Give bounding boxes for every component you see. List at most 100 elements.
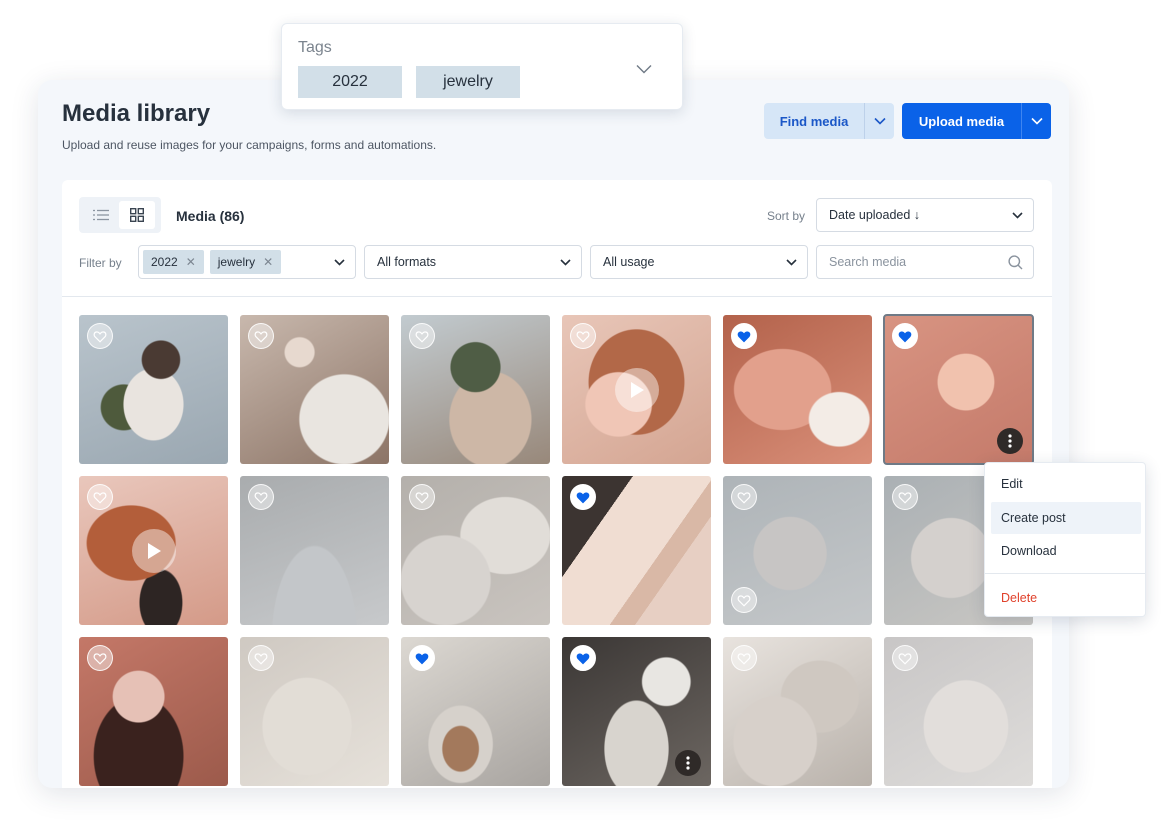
favorite-button[interactable] <box>248 323 274 349</box>
sort-value: Date uploaded ↓ <box>829 208 921 222</box>
media-thumbnail[interactable] <box>240 637 389 786</box>
chevron-down-icon <box>873 117 886 125</box>
media-thumbnail[interactable] <box>884 637 1033 786</box>
heart-outline-icon <box>93 330 107 343</box>
favorite-button[interactable] <box>409 484 435 510</box>
favorite-button[interactable] <box>731 484 757 510</box>
heart-outline-icon <box>576 330 590 343</box>
search-icon <box>1008 254 1023 269</box>
media-thumbnail[interactable] <box>723 476 872 625</box>
favorite-button[interactable] <box>570 645 596 671</box>
format-filter-select[interactable]: All formats <box>364 245 582 279</box>
favorite-button[interactable] <box>570 484 596 510</box>
heart-outline-icon <box>898 652 912 665</box>
tag-chip[interactable]: jewelry <box>416 66 520 98</box>
more-vertical-icon <box>686 756 690 770</box>
media-thumbnail[interactable] <box>401 476 550 625</box>
play-icon <box>147 542 161 559</box>
favorite-button[interactable] <box>248 484 274 510</box>
media-library-panel: Media library Upload and reuse images fo… <box>38 80 1069 788</box>
menu-item-create-post[interactable]: Create post <box>991 502 1141 534</box>
media-thumbnail[interactable] <box>401 315 550 464</box>
heart-filled-icon <box>415 652 429 664</box>
heart-filled-icon <box>576 652 590 664</box>
more-options-button[interactable] <box>997 428 1023 454</box>
favorite-button[interactable] <box>892 645 918 671</box>
chevron-down-icon <box>1030 117 1043 125</box>
upload-media-button[interactable]: Upload media <box>902 103 1021 139</box>
find-media-dropdown-button[interactable] <box>864 103 894 139</box>
favorite-button[interactable] <box>892 323 918 349</box>
tag-filter-select[interactable]: 2022 ✕ jewelry ✕ <box>138 245 356 279</box>
heart-outline-icon <box>737 594 751 607</box>
media-thumbnail[interactable] <box>723 315 872 464</box>
tags-popup: Tags 2022 jewelry <box>281 23 683 110</box>
menu-divider <box>985 573 1145 574</box>
filter-tag-chip[interactable]: 2022 ✕ <box>143 250 204 274</box>
media-thumbnail[interactable] <box>723 637 872 786</box>
media-thumbnail[interactable] <box>562 476 711 625</box>
more-vertical-icon <box>1008 434 1012 448</box>
media-thumbnail[interactable] <box>883 314 1034 465</box>
find-media-button[interactable]: Find media <box>764 103 864 139</box>
chevron-down-icon[interactable] <box>636 64 652 74</box>
favorite-button[interactable] <box>248 645 274 671</box>
remove-tag-icon[interactable]: ✕ <box>263 255 273 269</box>
menu-item-download[interactable]: Download <box>985 535 1145 567</box>
heart-filled-icon <box>737 330 751 342</box>
media-thumbnail[interactable] <box>79 315 228 464</box>
media-thumbnail[interactable] <box>240 476 389 625</box>
favorite-button[interactable] <box>409 323 435 349</box>
menu-item-delete[interactable]: Delete <box>985 582 1145 614</box>
heart-outline-icon <box>415 330 429 343</box>
media-grid <box>79 314 1034 786</box>
chevron-down-icon <box>334 258 345 266</box>
sort-select[interactable]: Date uploaded ↓ <box>816 198 1034 232</box>
media-card: Media (86) Sort by Date uploaded ↓ Filte… <box>62 180 1052 788</box>
filter-label: Filter by <box>79 256 122 270</box>
favorite-button[interactable] <box>892 484 918 510</box>
media-thumbnail[interactable] <box>79 476 228 625</box>
grid-icon <box>130 208 144 222</box>
toolbar-divider <box>62 296 1052 297</box>
format-value: All formats <box>377 255 437 269</box>
play-button[interactable] <box>614 367 659 412</box>
favorite-button[interactable] <box>731 323 757 349</box>
usage-value: All usage <box>603 255 655 269</box>
find-media-button-group: Find media <box>764 103 894 139</box>
tag-chip[interactable]: 2022 <box>298 66 402 98</box>
usage-filter-select[interactable]: All usage <box>590 245 808 279</box>
media-thumbnail[interactable] <box>562 315 711 464</box>
upload-media-dropdown-button[interactable] <box>1021 103 1051 139</box>
heart-outline-icon <box>898 491 912 504</box>
media-thumbnail[interactable] <box>240 315 389 464</box>
chevron-down-icon <box>1012 211 1023 219</box>
remove-tag-icon[interactable]: ✕ <box>186 255 196 269</box>
chevron-down-icon <box>560 258 571 266</box>
media-thumbnail[interactable] <box>562 637 711 786</box>
favorite-button[interactable] <box>409 645 435 671</box>
heart-outline-icon <box>737 652 751 665</box>
heart-filled-icon <box>898 330 912 342</box>
favorite-button[interactable] <box>731 587 757 613</box>
search-input[interactable]: Search media <box>816 245 1034 279</box>
media-count: Media (86) <box>176 208 245 224</box>
search-placeholder: Search media <box>829 255 907 269</box>
media-context-menu: Edit Create post Download Delete <box>984 462 1146 617</box>
media-thumbnail[interactable] <box>79 637 228 786</box>
menu-item-edit[interactable]: Edit <box>985 468 1145 500</box>
favorite-button[interactable] <box>87 323 113 349</box>
play-button[interactable] <box>131 528 176 573</box>
heart-outline-icon <box>254 330 268 343</box>
heart-outline-icon <box>93 491 107 504</box>
grid-view-button[interactable] <box>119 201 155 229</box>
play-icon <box>630 381 644 398</box>
favorite-button[interactable] <box>87 484 113 510</box>
more-options-button[interactable] <box>675 750 701 776</box>
favorite-button[interactable] <box>731 645 757 671</box>
filter-tag-chip[interactable]: jewelry ✕ <box>209 250 282 274</box>
list-view-button[interactable] <box>83 201 119 229</box>
favorite-button[interactable] <box>87 645 113 671</box>
media-thumbnail[interactable] <box>401 637 550 786</box>
favorite-button[interactable] <box>570 323 596 349</box>
